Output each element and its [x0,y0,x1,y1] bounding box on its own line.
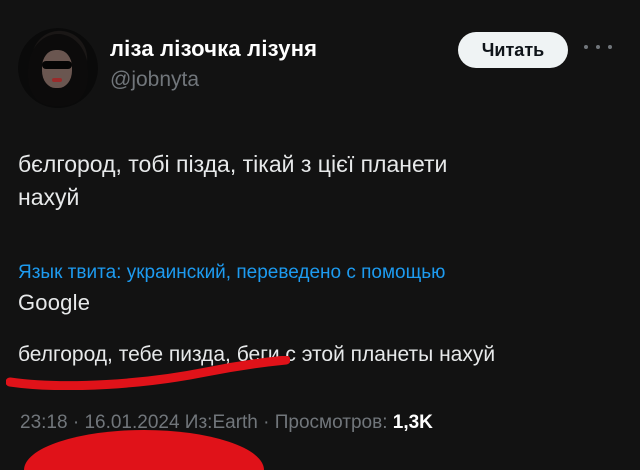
tweet-text-line: бєлгород, тобі пізда, тікай з цієї плане… [18,151,448,177]
more-dot [608,45,612,49]
views-count[interactable]: 1,3K [393,412,433,433]
more-horizontal-icon[interactable] [584,40,612,54]
more-dot [584,45,588,49]
meta-separator: · [67,412,85,433]
more-dot [596,45,600,49]
author-display-name[interactable]: ліза лізочка лізуня [110,36,317,62]
tweet-text-line: нахуй [18,184,80,210]
avatar[interactable] [18,28,98,108]
author-handle[interactable]: @jobnyta [110,68,317,92]
translation-label[interactable]: Язык твита: украинский, переведено с пом… [18,262,618,284]
views-label: Просмотров: [274,412,393,433]
follow-button[interactable]: Читать [458,32,568,68]
red-underline-annotation [6,356,290,390]
tweet-header: ліза лізочка лізуня @jobnyta Читать [18,28,622,108]
avatar-lips [52,78,62,82]
tweet-time[interactable]: 23:18 [20,412,68,433]
tweet-text: бєлгород, тобі пізда, тікай з цієї плане… [18,148,618,214]
tweet-source: Из:Earth [179,412,258,433]
avatar-sunglasses [42,61,72,69]
avatar-face [42,50,72,88]
meta-separator: · [257,412,275,433]
red-scribble-annotation [24,430,264,470]
author-names: ліза лізочка лізуня @jobnyta [110,36,317,92]
tweet-card: ліза лізочка лізуня @jobnyta Читать бєлг… [0,0,640,470]
google-logo: Google [18,290,91,315]
